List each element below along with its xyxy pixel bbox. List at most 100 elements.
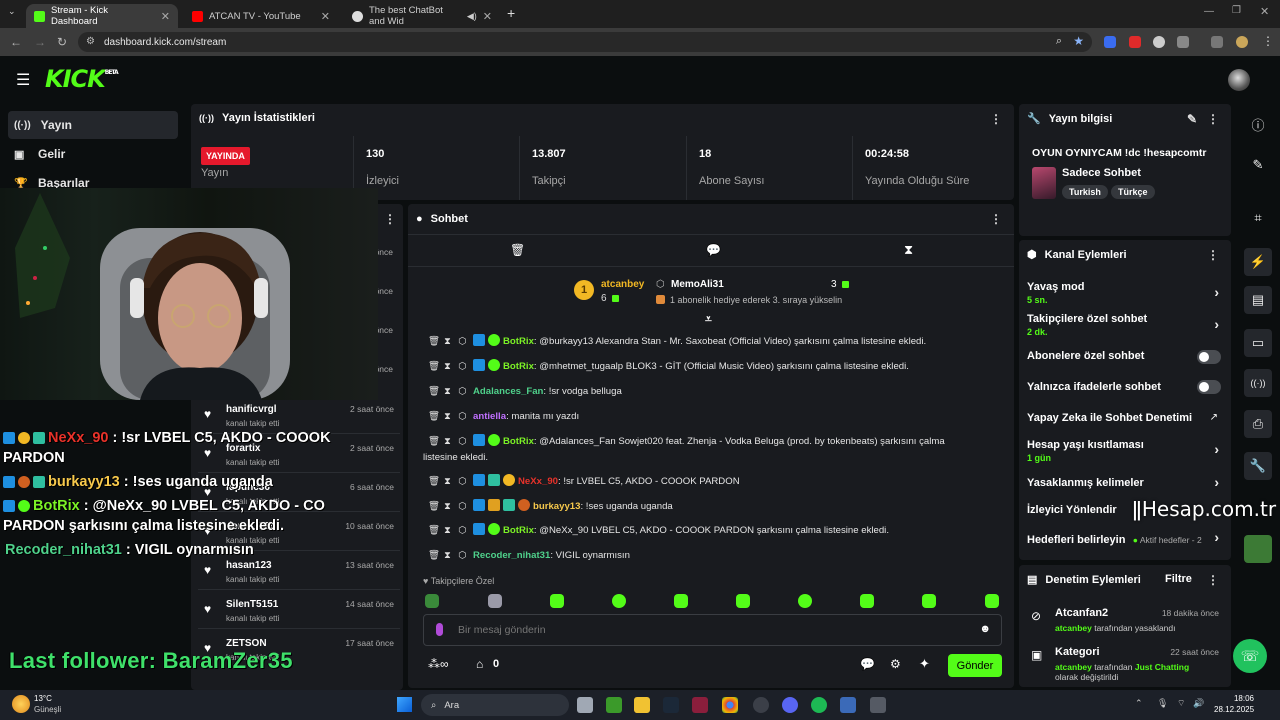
new-tab-icon[interactable]: + xyxy=(507,5,515,21)
site-info-icon[interactable]: ⚙ xyxy=(86,36,95,47)
profile-avatar-icon[interactable] xyxy=(1236,36,1248,48)
category-name[interactable]: Sadece Sohbet xyxy=(1062,167,1141,179)
bookmark-star-icon[interactable]: ★ xyxy=(1073,34,1084,48)
user-avatar[interactable] xyxy=(1228,69,1250,91)
app-icon[interactable] xyxy=(753,697,769,713)
chevron-right-icon[interactable]: › xyxy=(1214,316,1219,332)
chat-username[interactable]: Adalances_Fan xyxy=(473,386,543,397)
second-gifter-name[interactable]: MemoAli31 xyxy=(671,279,724,290)
delete-icon[interactable]: 🗑 xyxy=(428,474,440,489)
close-tab-icon[interactable]: ✕ xyxy=(161,10,170,23)
extensions-puzzle-icon[interactable] xyxy=(1177,36,1189,48)
wifi-icon[interactable]: ⌔ xyxy=(1177,698,1185,709)
wrench-icon[interactable]: 🔧 xyxy=(1244,452,1272,480)
ban-icon[interactable]: ⬡ xyxy=(458,434,467,449)
ban-icon[interactable]: ⬡ xyxy=(458,474,467,489)
url-bar[interactable]: ⚙ dashboard.kick.com/stream ⌕ ★ xyxy=(78,32,1092,52)
maximize-icon[interactable]: ❐ xyxy=(1232,5,1241,16)
action-slow-mode[interactable]: Yavaş mod 5 sn. xyxy=(1027,281,1227,305)
ban-icon[interactable]: ⬡ xyxy=(458,384,467,399)
kick-logo[interactable]: KICKBETA xyxy=(45,65,119,93)
emote-icon[interactable] xyxy=(674,594,688,608)
printer-icon[interactable]: ⎙ xyxy=(1244,410,1272,438)
timeout-icon[interactable]: ⧗ xyxy=(443,474,452,489)
chevron-right-icon[interactable]: › xyxy=(1214,284,1219,300)
moderation-menu-icon[interactable]: ⋮ xyxy=(1207,573,1219,587)
category-thumbnail[interactable] xyxy=(1032,167,1056,199)
collapse-icon[interactable]: ⩡ xyxy=(705,312,712,327)
emote-icon[interactable] xyxy=(798,594,812,608)
emote-icon[interactable] xyxy=(612,594,626,608)
emote-icon[interactable] xyxy=(488,594,502,608)
stream-info-menu-icon[interactable]: ⋮ xyxy=(1207,112,1219,126)
chrome-icon[interactable] xyxy=(722,697,738,713)
timeout-icon[interactable]: ⧗ xyxy=(443,523,452,538)
taskbar-search[interactable]: ⌕ Ara xyxy=(421,694,569,716)
zoom-icon[interactable]: ⌕ xyxy=(1056,35,1062,48)
gift-icon[interactable]: ✦ xyxy=(919,656,930,672)
settings-gear-icon[interactable]: ⚙ xyxy=(890,657,901,671)
whatsapp-support-icon[interactable]: ☏ xyxy=(1233,639,1267,673)
delete-icon[interactable]: 🗑 xyxy=(428,409,440,424)
action-account-age[interactable]: Hesap yaşı kısıtlaması 1 gün xyxy=(1027,439,1227,463)
steam-icon[interactable] xyxy=(663,697,679,713)
edit-pencil-icon[interactable]: ✎ xyxy=(1244,151,1272,179)
timeout-icon[interactable]: ⧗ xyxy=(443,499,452,514)
chat-username[interactable]: NeXx_90 xyxy=(518,476,558,487)
emoji-icon[interactable]: ☻ xyxy=(979,623,991,635)
info-icon[interactable]: ⓘ xyxy=(1244,110,1272,138)
chevron-right-icon[interactable]: › xyxy=(1214,529,1219,545)
delete-icon[interactable]: 🗑 xyxy=(428,334,440,349)
browser-menu-icon[interactable]: ⋮ xyxy=(1262,34,1274,48)
subscribers-only-toggle[interactable] xyxy=(1197,350,1221,364)
ban-icon[interactable]: ⬡ xyxy=(458,409,467,424)
close-window-icon[interactable]: ✕ xyxy=(1260,5,1269,18)
ban-icon[interactable]: ⬡ xyxy=(458,548,467,563)
document-icon[interactable]: ▤ xyxy=(1244,286,1272,314)
delete-icon[interactable]: 🗑 xyxy=(428,434,440,449)
tray-chevron-icon[interactable]: ⌃ xyxy=(1135,698,1143,709)
store-icon[interactable]: ⌂ xyxy=(476,657,483,671)
minimize-icon[interactable]: — xyxy=(1204,6,1214,17)
action-ai-moderation[interactable]: Yapay Zeka ile Sohbet Denetimi xyxy=(1027,412,1227,424)
timeout-icon[interactable]: ⧗ xyxy=(443,334,452,349)
extension-icon[interactable] xyxy=(1129,36,1141,48)
emote-icon[interactable] xyxy=(736,594,750,608)
follower-name[interactable]: SilenT5151 xyxy=(226,599,278,610)
delete-icon[interactable]: 🗑 xyxy=(428,548,440,563)
ban-icon[interactable]: ⬡ xyxy=(458,523,467,538)
action-goals[interactable]: Hedefleri belirleyin ● Aktif hedefler - … xyxy=(1027,532,1227,546)
emote-icon[interactable] xyxy=(550,594,564,608)
emote-icon[interactable] xyxy=(860,594,874,608)
reload-icon[interactable]: ↻ xyxy=(57,35,67,49)
broadcast-icon[interactable]: ((·)) xyxy=(1244,369,1272,397)
scan-icon[interactable]: ⌗ xyxy=(1244,204,1272,232)
timeout-icon[interactable]: ⧗ xyxy=(443,359,452,374)
minecraft-icon[interactable] xyxy=(606,697,622,713)
tag-chip[interactable]: Turkish xyxy=(1062,185,1108,199)
close-tab-icon[interactable]: ✕ xyxy=(483,10,492,23)
audio-playing-icon[interactable]: ◀) xyxy=(467,11,477,22)
tag-chip[interactable]: Türkçe xyxy=(1111,185,1155,199)
windows-start-icon[interactable] xyxy=(397,697,412,712)
chat-username[interactable]: BotRix xyxy=(503,436,534,447)
back-icon[interactable]: ← xyxy=(10,35,22,49)
ban-icon[interactable]: ⬡ xyxy=(458,334,467,349)
tab-kick-dashboard[interactable]: Stream - Kick Dashboard ✕ xyxy=(26,4,178,28)
file-explorer-icon[interactable] xyxy=(634,697,650,713)
ban-icon[interactable]: ⬡ xyxy=(458,359,467,374)
chat-username[interactable]: Recoder_nihat31 xyxy=(473,550,550,561)
app-icon[interactable] xyxy=(692,697,708,713)
delete-icon[interactable]: 🗑 xyxy=(428,384,440,399)
chat-username[interactable]: antiella xyxy=(473,411,506,422)
emote-icon[interactable] xyxy=(985,594,999,608)
mod-action-actor[interactable]: atcanbey xyxy=(1055,662,1092,672)
top-gifter-name[interactable]: atcanbey xyxy=(601,279,644,290)
microphone-icon[interactable]: 🎙 xyxy=(1157,698,1168,709)
chat-username[interactable]: burkayy13 xyxy=(533,501,580,512)
sidebar-item-yayin[interactable]: ((·)) Yayın xyxy=(8,111,178,139)
timeout-icon[interactable]: ⧗ xyxy=(443,409,452,424)
delete-icon[interactable]: 🗑 xyxy=(428,359,440,374)
timeout-icon[interactable]: ⧗ xyxy=(443,434,452,449)
hourglass-icon[interactable]: ⧗ xyxy=(904,242,913,258)
